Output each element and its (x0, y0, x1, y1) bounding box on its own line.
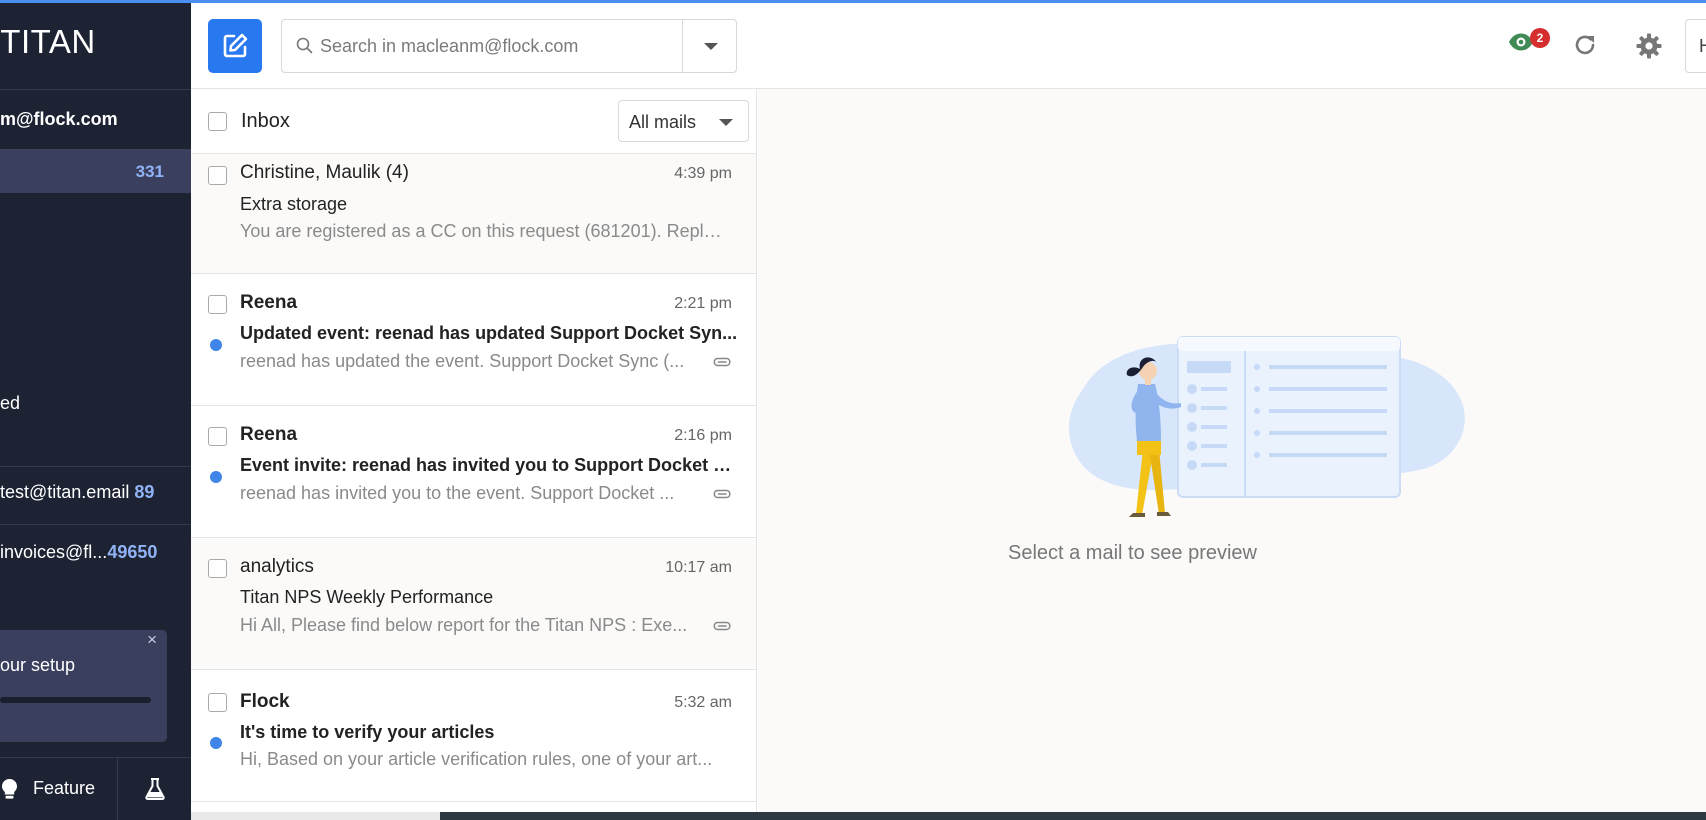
mail-preview-pane: Select a mail to see preview (758, 89, 1706, 812)
attachment-icon (713, 489, 731, 499)
close-icon[interactable]: × (147, 630, 157, 650)
mail-checkbox[interactable] (208, 559, 227, 578)
bottom-strip (191, 812, 440, 820)
mail-sender: Reena (240, 292, 298, 313)
setup-progress-card[interactable]: × our setup (0, 630, 167, 742)
mail-sender: analytics (240, 556, 314, 577)
attachment-icon (713, 621, 731, 631)
mail-subject: Extra storage (240, 194, 348, 214)
sidebar-divider (0, 524, 191, 525)
mail-subject: Updated event: reenad has updated Suppor… (240, 323, 738, 343)
unread-dot (210, 339, 222, 351)
bottom-strip (440, 812, 1706, 820)
empty-preview-message: Select a mail to see preview (1007, 542, 1257, 564)
mail-checkbox[interactable] (208, 427, 227, 446)
lightbulb-icon (2, 779, 17, 799)
compose-icon (223, 33, 248, 58)
user-menu-button[interactable]: H (1685, 19, 1706, 73)
mail-preview: reenad has updated the event. Support Do… (240, 351, 685, 371)
mail-item[interactable]: Christine, Maulik (4) 4:39 pm Extra stor… (191, 154, 756, 274)
mail-sender: Christine, Maulik (4) (240, 162, 409, 183)
top-header: 2 H (191, 3, 1706, 89)
search-input[interactable] (320, 32, 640, 60)
gear-icon[interactable] (1636, 33, 1662, 59)
sidebar-item-inbox[interactable]: 331 (0, 149, 191, 193)
setup-progress-bar (0, 697, 151, 703)
notification-badge: 2 (1530, 28, 1550, 48)
account-unread-count: 49650 (107, 542, 158, 562)
select-all-checkbox[interactable] (208, 112, 227, 131)
mail-subject: Event invite: reenad has invited you to … (240, 455, 740, 475)
mail-checkbox[interactable] (208, 693, 227, 712)
mail-preview: You are registered as a CC on this reque… (240, 221, 725, 241)
app-logo: ’TITAN (0, 23, 96, 60)
feature-request-button[interactable]: Feature (0, 758, 116, 820)
mail-checkbox[interactable] (208, 166, 227, 185)
mail-preview: Hi, Based on your article verification r… (240, 749, 713, 769)
mail-time: 5:32 am (674, 694, 732, 711)
feature-label: Feature (33, 778, 96, 798)
account-email[interactable]: m@flock.com (0, 109, 118, 130)
account-unread-count: 89 (134, 482, 155, 502)
attachment-icon (713, 357, 731, 367)
mail-sender: Flock (240, 691, 290, 712)
mail-item[interactable]: analytics 10:17 am Titan NPS Weekly Perf… (191, 539, 756, 670)
mail-time: 2:21 pm (674, 295, 732, 312)
sidebar-divider (0, 466, 191, 467)
search-icon (296, 37, 313, 54)
mail-sender: Reena (240, 424, 298, 445)
sidebar-account-titan-test[interactable]: test@titan.email 89 (0, 482, 154, 503)
mail-item[interactable]: Flock 5:32 am It's time to verify your a… (191, 671, 756, 802)
sidebar-divider (0, 89, 191, 90)
mail-preview: Hi All, Please find below report for the… (240, 615, 688, 635)
mail-time: 10:17 am (665, 559, 732, 576)
mail-filter-label: All mails (629, 112, 697, 132)
mail-time: 2:16 pm (674, 427, 732, 444)
sidebar-account-invoices[interactable]: invoices@fl...49650 (0, 542, 157, 563)
mail-preview: reenad has invited you to the event. Sup… (240, 483, 675, 503)
flask-icon (145, 778, 165, 800)
sidebar-item-folder[interactable]: ed (0, 393, 20, 414)
mail-subject: Titan NPS Weekly Performance (240, 587, 494, 607)
refresh-icon[interactable] (1573, 33, 1597, 57)
mail-time: 4:39 pm (674, 165, 732, 182)
folder-title: Inbox (241, 110, 290, 132)
mail-item[interactable]: Reena 2:21 pm Updated event: reenad has … (191, 275, 756, 406)
mail-list-pane: Inbox All mails Christine, Maulik (4) 4:… (191, 89, 757, 820)
unread-dot (210, 471, 222, 483)
inbox-unread-count: 331 (135, 162, 164, 181)
compose-button[interactable] (208, 19, 262, 73)
search-options-dropdown[interactable] (682, 20, 736, 72)
labs-button[interactable] (117, 758, 191, 820)
mail-list-header: Inbox All mails (191, 89, 756, 154)
mail-item[interactable]: Reena 2:16 pm Event invite: reenad has i… (191, 407, 756, 538)
mail-checkbox[interactable] (208, 295, 227, 314)
empty-preview-illustration (1068, 336, 1465, 517)
setup-label: our setup (0, 655, 76, 675)
mail-filter-dropdown[interactable]: All mails (618, 100, 749, 142)
search-box (281, 19, 737, 73)
mail-subject: It's time to verify your articles (240, 722, 495, 742)
unread-dot (210, 737, 222, 749)
sidebar-footer: Feature (0, 757, 191, 820)
sidebar: ’TITAN m@flock.com 331 ed test@titan.ema… (0, 3, 191, 820)
